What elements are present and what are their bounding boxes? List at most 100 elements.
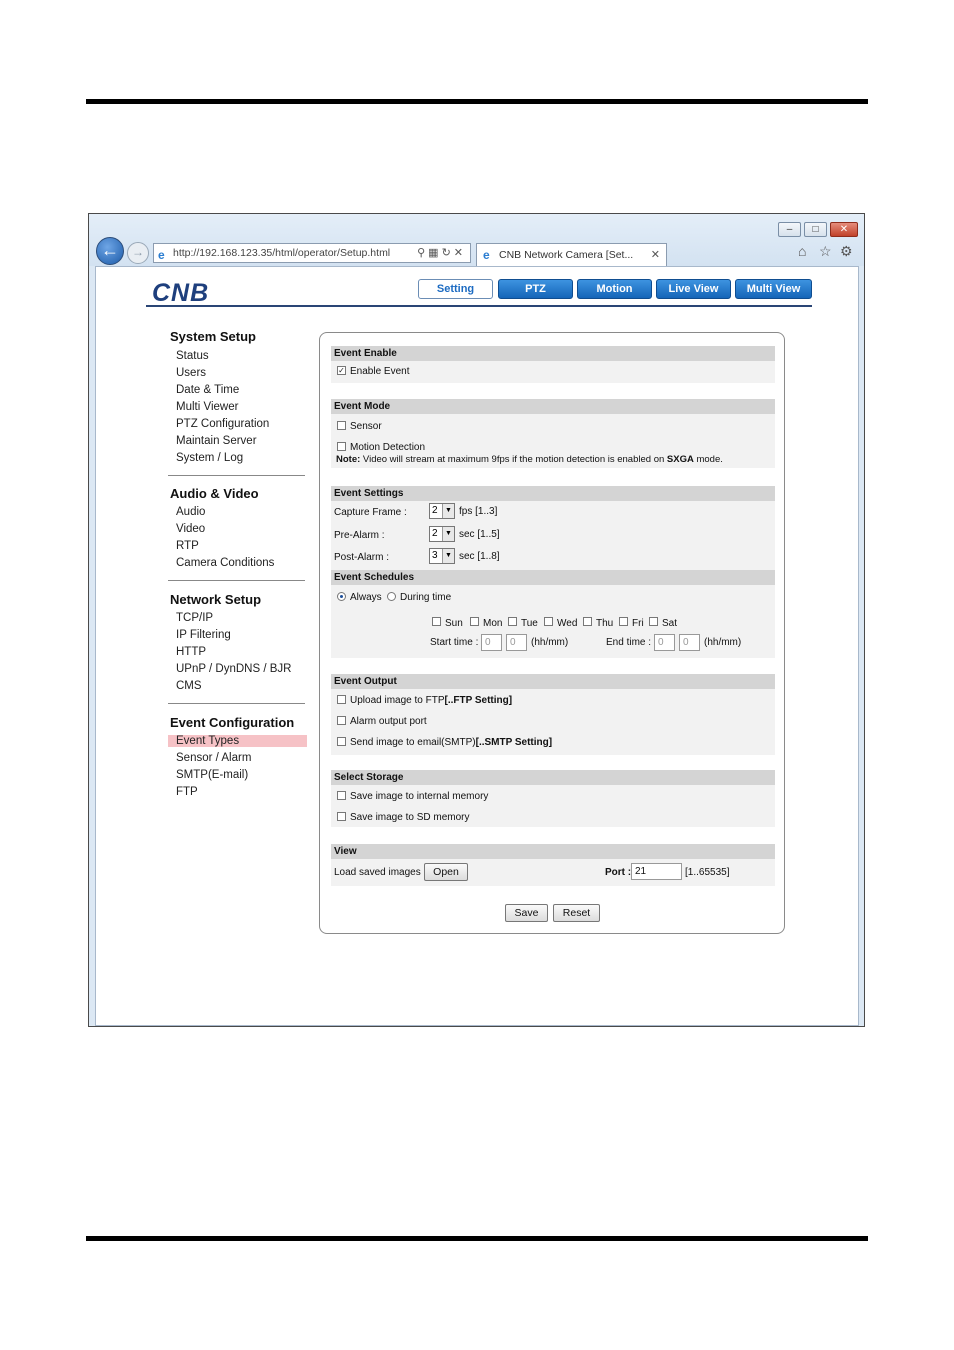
- sidebar-item-users[interactable]: Users: [176, 367, 206, 379]
- forward-arrow-icon[interactable]: →: [127, 242, 149, 264]
- alarm-output-label: Alarm output port: [350, 716, 427, 727]
- reset-button[interactable]: Reset: [553, 904, 600, 922]
- tab-multi-view[interactable]: Multi View: [735, 279, 812, 299]
- always-label: Always: [350, 592, 382, 603]
- start-hour-input[interactable]: 0: [481, 634, 502, 651]
- send-email-text: Send image to email(SMTP): [350, 737, 476, 748]
- day-mon-checkbox[interactable]: [470, 617, 479, 626]
- tab-live-view[interactable]: Live View: [656, 279, 731, 299]
- address-bar[interactable]: e http://192.168.123.35/html/operator/Se…: [153, 243, 471, 263]
- tab-cnb-camera[interactable]: e CNB Network Camera [Set... ✕: [476, 243, 667, 266]
- save-sd-checkbox[interactable]: [337, 812, 346, 821]
- sidebar-divider: [168, 703, 305, 704]
- section-header-view: View: [331, 844, 775, 859]
- always-radio[interactable]: [337, 592, 346, 601]
- sidebar-item-tcp-ip[interactable]: TCP/IP: [176, 612, 213, 624]
- open-button[interactable]: Open: [424, 863, 468, 881]
- search-icon[interactable]: ⚲: [417, 247, 428, 259]
- alarm-output-checkbox[interactable]: [337, 716, 346, 725]
- enable-event-label: Enable Event: [350, 366, 410, 377]
- day-mon-label: Mon: [483, 618, 503, 629]
- start-minute-input[interactable]: 0: [506, 634, 527, 651]
- sensor-label: Sensor: [350, 421, 382, 432]
- tab-ptz[interactable]: PTZ: [498, 279, 573, 299]
- tab-motion[interactable]: Motion: [577, 279, 652, 299]
- sidebar-item-smtp-email[interactable]: SMTP(E-mail): [176, 769, 248, 781]
- event-types-panel: Event Enable ✓ Enable Event Event Mode S…: [319, 332, 785, 934]
- day-wed-checkbox[interactable]: [544, 617, 553, 626]
- back-arrow-icon[interactable]: ←: [96, 237, 124, 265]
- sidebar-item-upnp-dyndns-bjr[interactable]: UPnP / DynDNS / BJR: [176, 663, 291, 675]
- day-sat-checkbox[interactable]: [649, 617, 658, 626]
- sidebar-heading-system-setup: System Setup: [170, 329, 256, 344]
- ftp-setting-link[interactable]: [..FTP Setting]: [445, 695, 513, 706]
- sidebar-item-rtp[interactable]: RTP: [176, 540, 199, 552]
- day-sun-checkbox[interactable]: [432, 617, 441, 626]
- end-minute-input[interactable]: 0: [679, 634, 700, 651]
- sensor-checkbox[interactable]: [337, 421, 346, 430]
- end-hour-input[interactable]: 0: [654, 634, 675, 651]
- tab-setting[interactable]: Setting: [418, 279, 493, 299]
- maximize-button[interactable]: □: [804, 222, 827, 237]
- save-sd-label: Save image to SD memory: [350, 812, 470, 823]
- save-internal-label: Save image to internal memory: [350, 791, 489, 802]
- sidebar-item-event-types[interactable]: Event Types: [168, 735, 307, 747]
- upload-ftp-label: Upload image to FTP[..FTP Setting]: [350, 695, 512, 706]
- sidebar-item-maintain-server[interactable]: Maintain Server: [176, 435, 257, 447]
- day-thu-checkbox[interactable]: [583, 617, 592, 626]
- section-header-event-mode: Event Mode: [331, 399, 775, 414]
- motion-note: Note: Video will stream at maximum 9fps …: [336, 454, 723, 465]
- smtp-setting-link[interactable]: [..SMTP Setting]: [476, 737, 552, 748]
- during-time-label: During time: [400, 592, 452, 603]
- sidebar-divider: [168, 580, 305, 581]
- capture-frame-value: 2: [432, 505, 438, 516]
- sidebar-item-date-time[interactable]: Date & Time: [176, 384, 239, 396]
- sidebar-item-multi-viewer[interactable]: Multi Viewer: [176, 401, 238, 413]
- section-header-event-enable: Event Enable: [331, 346, 775, 361]
- during-time-radio[interactable]: [387, 592, 396, 601]
- capture-frame-select[interactable]: 2 ▼: [429, 503, 455, 519]
- sidebar-item-ip-filtering[interactable]: IP Filtering: [176, 629, 231, 641]
- sidebar-item-sensor-alarm[interactable]: Sensor / Alarm: [176, 752, 251, 764]
- chevron-down-icon: ▼: [442, 549, 454, 563]
- upload-ftp-text: Upload image to FTP: [350, 695, 445, 706]
- tools-gear-icon[interactable]: ⚙: [840, 243, 853, 260]
- upload-ftp-checkbox[interactable]: [337, 695, 346, 704]
- post-alarm-label: Post-Alarm :: [334, 552, 390, 563]
- close-window-button[interactable]: ✕: [830, 222, 858, 237]
- ie-logo-icon: e: [158, 248, 165, 262]
- port-input[interactable]: 21: [631, 863, 682, 880]
- sidebar-item-video[interactable]: Video: [176, 523, 205, 535]
- sidebar-item-cms[interactable]: CMS: [176, 680, 202, 692]
- home-icon[interactable]: ⌂: [798, 243, 806, 259]
- sidebar-item-audio[interactable]: Audio: [176, 506, 205, 518]
- post-alarm-value: 3: [432, 550, 438, 561]
- refresh-icon[interactable]: ↻: [442, 247, 454, 259]
- sidebar-divider: [168, 475, 305, 476]
- sidebar-item-status[interactable]: Status: [176, 350, 209, 362]
- favorites-star-icon[interactable]: ☆: [819, 243, 832, 260]
- pre-alarm-select[interactable]: 2 ▼: [429, 526, 455, 542]
- pre-alarm-label: Pre-Alarm :: [334, 530, 385, 541]
- start-hhmm-label: (hh/mm): [531, 637, 569, 648]
- sidebar-item-ptz-configuration[interactable]: PTZ Configuration: [176, 418, 269, 430]
- day-tue-checkbox[interactable]: [508, 617, 517, 626]
- save-button[interactable]: Save: [505, 904, 548, 922]
- enable-event-checkbox[interactable]: ✓: [337, 366, 346, 375]
- sidebar-item-ftp[interactable]: FTP: [176, 786, 198, 798]
- motion-detection-checkbox[interactable]: [337, 442, 346, 451]
- note-text: Video will stream at maximum 9fps if the…: [360, 454, 667, 465]
- capture-frame-unit: fps [1..3]: [459, 506, 498, 517]
- bottom-rule: [86, 1236, 868, 1241]
- tab-close-icon[interactable]: ✕: [651, 244, 660, 266]
- compat-view-icon[interactable]: ▦: [428, 247, 441, 259]
- minimize-button[interactable]: –: [778, 222, 801, 237]
- post-alarm-select[interactable]: 3 ▼: [429, 548, 455, 564]
- send-email-checkbox[interactable]: [337, 737, 346, 746]
- save-internal-checkbox[interactable]: [337, 791, 346, 800]
- day-fri-checkbox[interactable]: [619, 617, 628, 626]
- sidebar-item-system-log[interactable]: System / Log: [176, 452, 243, 464]
- stop-icon[interactable]: ✕: [454, 247, 466, 259]
- sidebar-item-camera-conditions[interactable]: Camera Conditions: [176, 557, 274, 569]
- sidebar-item-http[interactable]: HTTP: [176, 646, 206, 658]
